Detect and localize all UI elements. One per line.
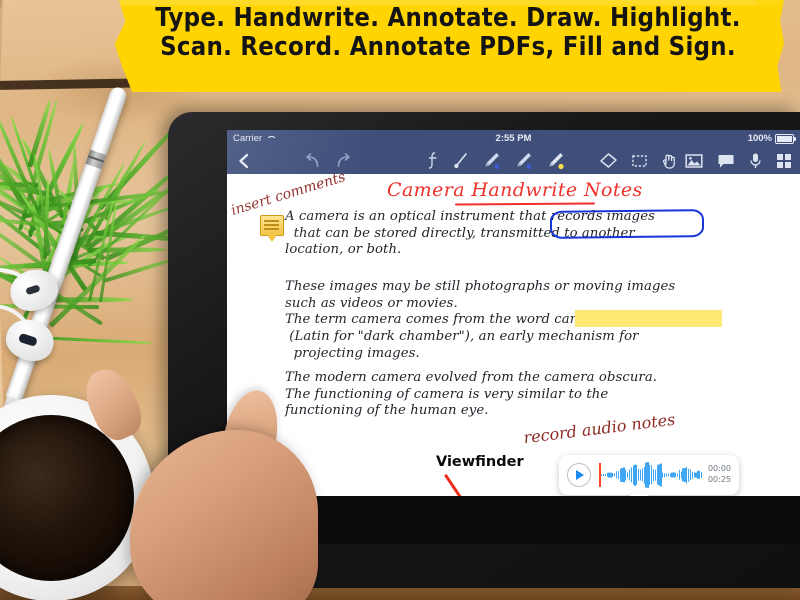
edit-tools <box>599 151 678 170</box>
audio-total-time: 00:25 <box>708 475 731 486</box>
battery-percent-label: 100% <box>748 133 772 144</box>
hand-holding-tablet <box>96 372 326 600</box>
earbud-speaker-grill <box>25 284 40 295</box>
pen-tool-blue-icon[interactable] <box>482 151 501 170</box>
chevron-left-icon <box>235 152 253 170</box>
app-toolbar <box>227 147 800 174</box>
insert-tools <box>685 152 792 170</box>
status-bar: Carrier 2:55 PM 100% <box>227 130 800 147</box>
hand-pan-icon[interactable] <box>661 151 678 170</box>
selection-marquee-icon[interactable] <box>631 153 648 169</box>
audio-current-time: 00:00 <box>708 464 731 475</box>
undo-arrow-icon <box>303 152 322 169</box>
microphone-record-icon[interactable] <box>749 152 762 170</box>
note-paragraph-3: The modern camera evolved from the camer… <box>285 370 657 420</box>
undo-button[interactable] <box>303 152 322 169</box>
page-grid-icon[interactable] <box>776 153 792 169</box>
audio-player-widget[interactable]: 00:00 00:25 <box>559 455 739 495</box>
palm <box>130 430 318 600</box>
text-tool-icon[interactable] <box>427 151 440 170</box>
pen-stroke-tool-icon[interactable] <box>453 151 469 170</box>
note-title: Camera Handwrite Notes <box>387 179 643 201</box>
status-bar-time: 2:55 PM <box>227 133 800 144</box>
banner-line-1: Type. Handwrite. Annotate. Draw. Highlig… <box>146 4 751 33</box>
eraser-icon[interactable] <box>599 152 618 170</box>
callout-viewfinder: Viewfinder <box>436 454 524 470</box>
back-button[interactable] <box>231 147 257 174</box>
earbuds <box>0 262 142 387</box>
status-bar-right: 100% <box>748 133 794 144</box>
screenshot-stage: Carrier 2:55 PM 100% insert comments Cam… <box>0 0 800 600</box>
battery-full-icon <box>775 134 794 144</box>
highlight-camera-obscura <box>575 310 722 327</box>
banner-line-2: Scan. Record. Annotate PDFs, Fill and Si… <box>146 33 751 62</box>
drawing-tools <box>427 151 565 170</box>
audio-times: 00:00 00:25 <box>708 464 731 486</box>
circled-phrase-annotation <box>550 209 704 239</box>
redo-button[interactable] <box>334 152 353 169</box>
highlighter-tool-icon[interactable] <box>546 151 565 170</box>
banner-text: Type. Handwrite. Annotate. Draw. Highlig… <box>112 4 784 61</box>
insert-image-icon[interactable] <box>685 153 703 169</box>
audio-waveform[interactable] <box>597 462 702 488</box>
sticky-note-comment-icon[interactable] <box>260 215 284 236</box>
redo-arrow-icon <box>334 152 353 169</box>
earbud-speaker-grill-2 <box>18 333 38 347</box>
play-button-icon[interactable] <box>567 463 591 487</box>
promo-banner: Type. Handwrite. Annotate. Draw. Highlig… <box>112 0 784 92</box>
pen-tool-blue-2-icon[interactable] <box>514 151 533 170</box>
note-title-underline <box>455 203 595 206</box>
history-tools <box>303 152 353 169</box>
insert-comment-icon[interactable] <box>717 153 735 169</box>
